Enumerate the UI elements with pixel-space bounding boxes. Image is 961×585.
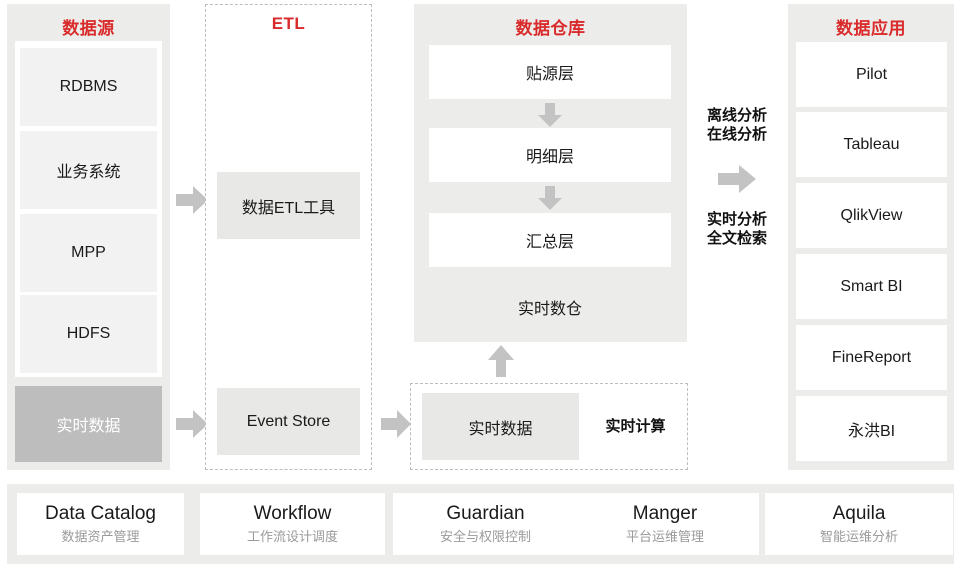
data-app-item-label: Smart BI <box>840 277 903 295</box>
warehouse-layer-label: 汇总层 <box>525 234 574 251</box>
architecture-diagram: 数据源 RDBMS 业务系统 MPP HDFS 实时数据 ETL 数据ETL工具… <box>0 0 961 585</box>
data-app-item-pilot[interactable]: Pilot <box>796 42 947 107</box>
data-app-item-label: Pilot <box>855 65 888 83</box>
data-app-item-smart-bi[interactable]: Smart BI <box>796 254 947 319</box>
arrow-compute-to-warehouse-icon <box>488 345 514 377</box>
etl-item-label: Event Store <box>246 412 331 430</box>
footer-card-title: Guardian <box>446 502 525 524</box>
footer-card-title: Aquila <box>832 502 886 524</box>
footer-card-subtitle: 平台运维管理 <box>625 528 704 544</box>
arrow-warehouse-to-app-icon <box>718 165 756 193</box>
etl-title: ETL <box>271 14 306 33</box>
analysis-label-realtime-fulltext: 实时分析 全文检索 <box>706 211 767 247</box>
footer-card-guardian[interactable]: Guardian 安全与权限控制 <box>393 493 578 555</box>
data-source-title: 数据源 <box>62 19 115 38</box>
data-source-item-label: 业务系统 <box>56 164 121 181</box>
warehouse-layer-label: 贴源层 <box>525 66 574 83</box>
data-source-item-label: 实时数据 <box>56 418 121 435</box>
footer-card-title: Data Catalog <box>45 502 156 524</box>
warehouse-layer-label: 明细层 <box>525 149 574 166</box>
footer-card-manger[interactable]: Manger 平台运维管理 <box>571 493 759 555</box>
warehouse-layer-source[interactable]: 贴源层 <box>429 45 671 99</box>
data-warehouse-title: 数据仓库 <box>515 19 586 38</box>
footer-card-subtitle: 智能运维分析 <box>819 528 898 544</box>
data-source-item-realtime-data[interactable]: 实时数据 <box>15 386 162 462</box>
footer-card-data-catalog[interactable]: Data Catalog 数据资产管理 <box>17 493 184 555</box>
warehouse-layer-summary[interactable]: 汇总层 <box>429 213 671 267</box>
data-application-title: 数据应用 <box>836 19 906 38</box>
arrow-eventstore-to-compute-icon <box>381 410 411 438</box>
data-source-item-mpp[interactable]: MPP <box>20 214 157 292</box>
arrow-layer-source-to-detail-icon <box>538 103 562 127</box>
data-app-item-qlikview[interactable]: QlikView <box>796 183 947 248</box>
analysis-label-offline-online: 离线分析 在线分析 <box>706 107 767 143</box>
data-source-item-label: MPP <box>71 244 106 261</box>
footer-card-title: Workflow <box>253 502 332 524</box>
data-source-item-label: HDFS <box>66 325 111 342</box>
realtime-compute-title: 实时计算 <box>605 418 666 435</box>
warehouse-layer-detail[interactable]: 明细层 <box>429 128 671 182</box>
arrow-source-to-etl-icon <box>176 186 208 214</box>
realtime-compute-data-box[interactable]: 实时数据 <box>422 393 579 460</box>
footer-card-title: Manger <box>632 502 698 524</box>
data-source-item-business-system[interactable]: 业务系统 <box>20 131 157 209</box>
data-source-item-label: RDBMS <box>59 78 118 95</box>
data-app-item-label: Tableau <box>843 135 900 153</box>
realtime-compute-data-label: 实时数据 <box>468 420 533 438</box>
data-app-item-label: FineReport <box>831 348 912 366</box>
etl-item-etl-tool[interactable]: 数据ETL工具 <box>217 172 360 239</box>
footer-card-subtitle: 工作流设计调度 <box>246 528 338 544</box>
data-app-item-yonghong-bi[interactable]: 永洪BI <box>796 396 947 461</box>
footer-card-aquila[interactable]: Aquila 智能运维分析 <box>765 493 953 555</box>
etl-item-label: 数据ETL工具 <box>241 199 336 217</box>
data-app-item-label: QlikView <box>840 206 903 224</box>
footer-card-subtitle: 安全与权限控制 <box>439 528 531 544</box>
data-app-item-finereport[interactable]: FineReport <box>796 325 947 390</box>
data-app-item-tableau[interactable]: Tableau <box>796 112 947 177</box>
footer-card-subtitle: 数据资产管理 <box>61 528 140 544</box>
footer-card-workflow[interactable]: Workflow 工作流设计调度 <box>200 493 385 555</box>
arrow-realtime-to-eventstore-icon <box>176 410 208 438</box>
arrow-layer-detail-to-summary-icon <box>538 186 562 210</box>
realtime-warehouse-label: 实时数仓 <box>517 301 582 318</box>
data-source-item-hdfs[interactable]: HDFS <box>20 295 157 373</box>
etl-item-event-store[interactable]: Event Store <box>217 388 360 455</box>
data-app-item-label: 永洪BI <box>847 422 896 440</box>
data-source-item-rdbms[interactable]: RDBMS <box>20 48 157 126</box>
